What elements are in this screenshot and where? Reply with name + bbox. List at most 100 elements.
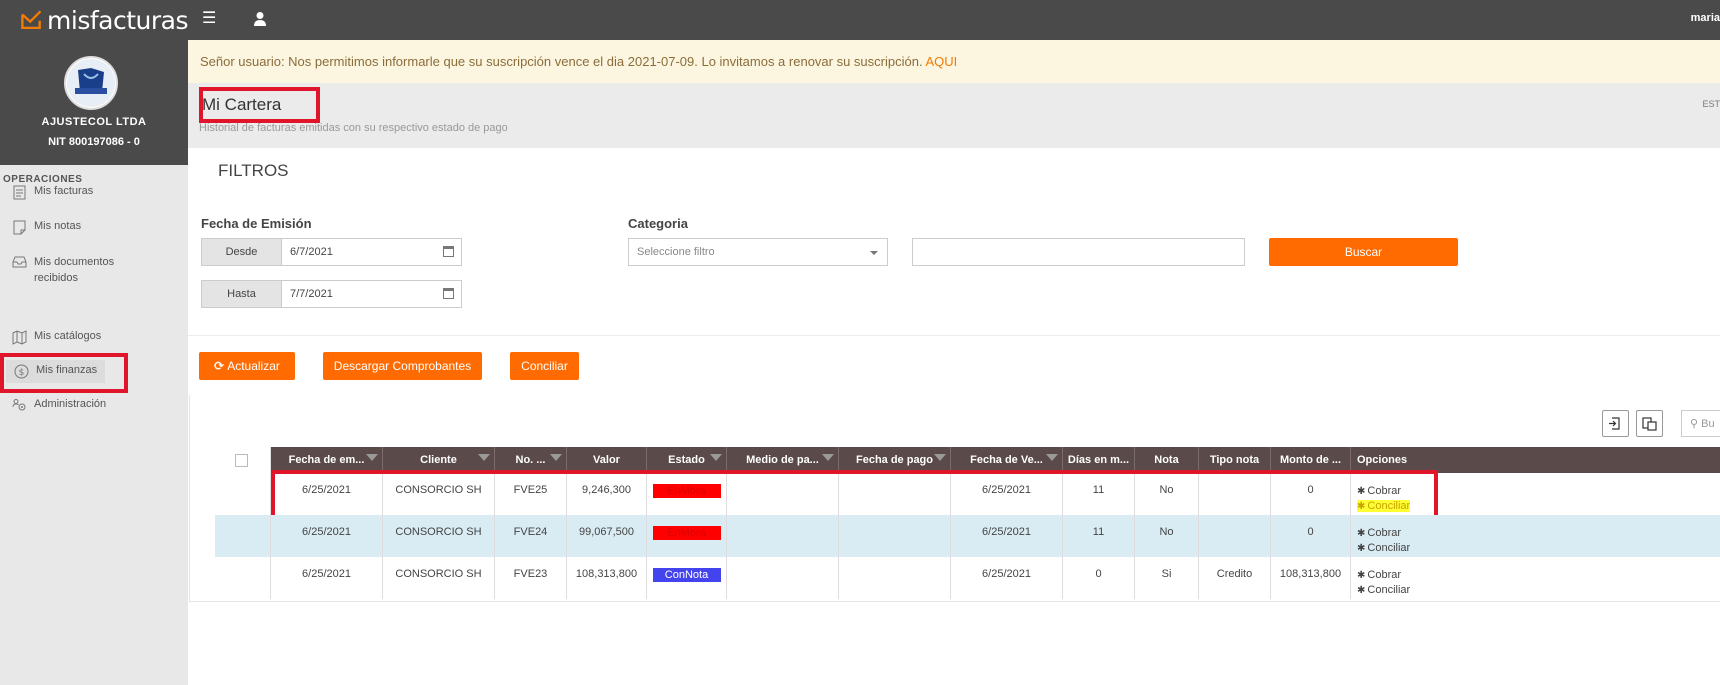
column-header-label: Opciones	[1357, 454, 1408, 466]
highlight-box-title	[199, 87, 320, 123]
table-row[interactable]: 6/25/2021 CONSORCIO SH FVE23 108,313,800…	[215, 557, 1720, 599]
filter-icon[interactable]	[366, 454, 378, 461]
cell-nota: No	[1135, 515, 1199, 557]
select-all-checkbox[interactable]	[235, 454, 248, 467]
sidebar-item-mis-notas[interactable]: Mis notas	[12, 220, 81, 235]
app-logo[interactable]: misfacturas	[0, 0, 188, 40]
filter-icon[interactable]	[550, 454, 562, 461]
row-select-cell[interactable]	[215, 515, 271, 557]
refresh-icon: ⟳	[214, 359, 225, 373]
cell-cliente: CONSORCIO SH	[383, 557, 495, 599]
username[interactable]: maria	[1691, 12, 1720, 24]
cell-monto: 108,313,800	[1271, 557, 1351, 599]
cell-fecha-ve: 6/25/2021	[951, 557, 1063, 599]
user-icon[interactable]	[253, 10, 267, 28]
column-header-label: Tipo nota	[1209, 454, 1260, 466]
export-button[interactable]	[1602, 410, 1629, 437]
fecha-emision-label: Fecha de Emisión	[201, 216, 312, 231]
highlight-box-row	[271, 470, 1438, 521]
conciliar-button[interactable]: Conciliar	[510, 352, 579, 380]
cell-nota: Si	[1135, 557, 1199, 599]
divider	[188, 335, 1720, 336]
sidebar-item-mis-documentos[interactable]: Mis documentos recibidos	[12, 254, 132, 286]
cobrar-label: Cobrar	[1367, 527, 1402, 539]
select-all-cell	[215, 447, 271, 473]
cell-dias: 0	[1063, 557, 1135, 599]
categoria-label: Categoria	[628, 216, 688, 231]
cell-no: FVE24	[495, 515, 567, 557]
cell-medio	[727, 515, 839, 557]
company-nit: NIT 800197086 - 0	[48, 136, 140, 148]
cell-fecha-ve: 6/25/2021	[951, 515, 1063, 557]
app-name: misfacturas	[47, 5, 188, 35]
conciliar-link[interactable]: ✱ Conciliar	[1357, 541, 1720, 556]
desde-date-input[interactable]: 6/7/2021	[281, 238, 462, 266]
cell-no: FVE23	[495, 557, 567, 599]
sidebar-item-label: Mis catálogos	[34, 330, 102, 342]
logo-icon	[21, 10, 42, 30]
top-bar: misfacturas ☰ maria	[0, 0, 1720, 40]
table-row[interactable]: 6/25/2021 CONSORCIO SH FVE24 99,067,500 …	[215, 515, 1720, 557]
conciliar-label: Conciliar	[1367, 542, 1411, 554]
actualizar-button[interactable]: ⟳ Actualizar	[199, 352, 295, 380]
status-badge: EnMora	[652, 526, 721, 540]
cell-valor: 99,067,500	[567, 515, 647, 557]
highlight-box-finanzas	[0, 353, 128, 393]
column-header-label: Fecha de em...	[288, 454, 365, 466]
company-name: AJUSTECOL LTDA	[41, 116, 147, 128]
column-header-label: Estado	[668, 454, 705, 466]
cell-tipo-nota: Credito	[1199, 557, 1271, 599]
gear-icon: ✱	[1357, 543, 1366, 554]
search-icon: ⚲	[1690, 418, 1699, 430]
map-icon	[12, 330, 27, 345]
sidebar-item-label: Mis facturas	[34, 185, 94, 197]
grid-border	[189, 601, 1720, 602]
conciliar-link[interactable]: ✱ Conciliar	[1357, 583, 1720, 598]
cell-valor: 108,313,800	[567, 557, 647, 599]
gear-icon: ✱	[1357, 528, 1366, 539]
cell-fecha-pago	[839, 557, 951, 599]
categoria-placeholder: Seleccione filtro	[637, 246, 715, 258]
row-select-cell[interactable]	[215, 557, 271, 599]
cell-opciones: ✱ Cobrar ✱ Conciliar	[1351, 515, 1720, 557]
filter-icon[interactable]	[478, 454, 490, 461]
cobrar-link[interactable]: ✱ Cobrar	[1357, 526, 1720, 541]
sidebar-item-administracion[interactable]: Administración	[12, 398, 106, 413]
grid-search-input[interactable]: ⚲ Bu	[1681, 410, 1720, 437]
sidebar-item-mis-facturas[interactable]: Mis facturas	[12, 185, 93, 200]
sidebar-item-label: Administración	[34, 398, 107, 410]
descargar-comprobantes-button[interactable]: Descargar Comprobantes	[323, 352, 482, 380]
status-badge: ConNota	[652, 568, 721, 582]
cell-fecha: 6/25/2021	[271, 557, 383, 599]
buscar-button[interactable]: Buscar	[1269, 238, 1458, 266]
filter-icon[interactable]	[1046, 454, 1058, 461]
sidebar-item-label: Mis notas	[34, 220, 82, 232]
section-label: OPERACIONES	[3, 174, 83, 185]
column-header-label: No. ...	[515, 454, 546, 466]
cell-estado: ConNota	[647, 557, 727, 599]
calendar-icon[interactable]	[443, 246, 454, 257]
column-header-label: Valor	[593, 454, 620, 466]
banner-link[interactable]: AQUI	[925, 54, 957, 69]
cell-fecha-pago	[839, 515, 951, 557]
categoria-select[interactable]: Seleccione filtro	[628, 238, 888, 266]
filter-icon[interactable]	[710, 454, 722, 461]
filter-icon[interactable]	[822, 454, 834, 461]
cobrar-link[interactable]: ✱ Cobrar	[1357, 568, 1720, 583]
inbox-icon	[12, 256, 27, 268]
filter-search-input[interactable]	[912, 238, 1245, 266]
note-icon	[13, 220, 26, 235]
banner-text: Señor usuario: Nos permitimos informarle…	[200, 54, 926, 69]
hamburger-menu-icon[interactable]: ☰	[202, 10, 218, 28]
actualizar-label: Actualizar	[227, 359, 280, 373]
cell-fecha: 6/25/2021	[271, 515, 383, 557]
calendar-icon[interactable]	[443, 288, 454, 299]
column-header-label: Fecha de Ve...	[970, 454, 1043, 466]
conciliar-label: Conciliar	[1367, 584, 1411, 596]
column-chooser-button[interactable]	[1636, 410, 1663, 437]
filter-icon[interactable]	[934, 454, 946, 461]
sidebar-item-mis-catalogos[interactable]: Mis catálogos	[12, 330, 101, 345]
hasta-date-input[interactable]: 7/7/2021	[281, 280, 462, 308]
row-select-cell[interactable]	[215, 473, 271, 515]
cell-dias: 11	[1063, 515, 1135, 557]
